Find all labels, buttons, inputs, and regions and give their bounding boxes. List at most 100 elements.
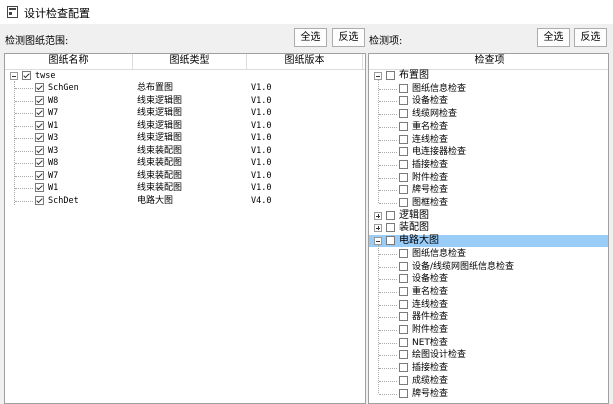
table-row[interactable]: SchGen 总布置图 V1.0: [5, 82, 365, 94]
column-header-version[interactable]: 图纸版本: [247, 54, 363, 69]
checkbox[interactable]: [22, 71, 31, 80]
expand-icon[interactable]: [374, 224, 382, 233]
check-item-label: 重名检查: [412, 121, 449, 132]
checkbox[interactable]: [399, 248, 408, 258]
check-item-row[interactable]: 插接检查: [369, 362, 608, 374]
drawing-type: 总布置图: [137, 83, 174, 93]
table-row[interactable]: W7 线束装配图 V1.0: [5, 170, 365, 182]
checkbox[interactable]: [399, 159, 408, 169]
checkbox[interactable]: [35, 83, 44, 92]
checkbox[interactable]: [35, 95, 44, 105]
invert-drawings-button[interactable]: 反选: [332, 28, 365, 47]
checkbox[interactable]: [399, 375, 408, 385]
checkbox[interactable]: [399, 350, 408, 360]
checkbox[interactable]: [35, 158, 44, 167]
table-row[interactable]: W7 线束逻辑图 V1.0: [5, 107, 365, 119]
drawing-type: 线束装配图: [137, 170, 183, 181]
check-items-tree[interactable]: 检查项 布置图 图纸信息检查 设备检查 线缆网检查 重名检查 连线检查 电连接器检查 插接检查…: [368, 53, 609, 404]
table-row[interactable]: W3 线束逻辑图 V1.0: [5, 132, 365, 144]
check-item-row[interactable]: 图纸信息检查: [369, 248, 608, 260]
table-row[interactable]: W8 线束逻辑图 V1.0: [5, 95, 365, 107]
check-group-label: 装配图: [399, 222, 429, 234]
tree-guide-line: [379, 279, 397, 281]
checkbox[interactable]: [35, 145, 44, 155]
drawing-version: V1.0: [251, 145, 272, 156]
checkbox[interactable]: [386, 223, 395, 233]
check-item-row[interactable]: 成缆检查: [369, 375, 608, 387]
check-item-row[interactable]: 插接检查: [369, 159, 608, 171]
checkbox[interactable]: [399, 286, 408, 296]
select-all-drawings-button[interactable]: 全选: [294, 28, 327, 47]
check-item-row[interactable]: 牌号检查: [369, 388, 608, 400]
check-item-label: 设备/线缆网图纸信息检查: [412, 261, 515, 272]
check-item-row[interactable]: 连线检查: [369, 299, 608, 311]
check-item-row[interactable]: 线缆网检查: [369, 108, 608, 120]
check-item-row[interactable]: 图框检查: [369, 197, 608, 209]
checkbox[interactable]: [399, 172, 408, 182]
checkbox[interactable]: [399, 312, 408, 322]
checkbox[interactable]: [399, 109, 408, 119]
check-item-row[interactable]: 图纸信息检查: [369, 83, 608, 95]
checkbox[interactable]: [399, 96, 408, 106]
checkbox[interactable]: [35, 195, 44, 205]
check-group-row[interactable]: 装配图: [369, 222, 608, 234]
column-header-check-item[interactable]: 检查项: [369, 54, 608, 69]
tree-root-row[interactable]: twse: [5, 70, 365, 82]
checkbox[interactable]: [35, 183, 44, 192]
check-item-row[interactable]: 牌号检查: [369, 184, 608, 196]
table-row[interactable]: W3 线束装配图 V1.0: [5, 145, 365, 157]
checkbox[interactable]: [399, 198, 408, 207]
check-group-row[interactable]: 布置图: [369, 70, 608, 82]
tree-guide-line: [15, 150, 33, 152]
collapse-icon[interactable]: [10, 72, 18, 80]
invert-checks-button[interactable]: 反选: [574, 28, 607, 47]
checkbox[interactable]: [399, 185, 408, 195]
check-item-row[interactable]: NET检查: [369, 337, 608, 349]
checkbox[interactable]: [399, 363, 408, 373]
column-header-type[interactable]: 图纸类型: [133, 54, 247, 69]
checkbox[interactable]: [399, 134, 408, 144]
tree-guide-line: [15, 175, 33, 177]
checkbox[interactable]: [399, 83, 408, 93]
checkbox[interactable]: [35, 133, 44, 142]
checkbox[interactable]: [35, 108, 44, 117]
table-row[interactable]: W8 线束装配图 V1.0: [5, 157, 365, 169]
check-item-row[interactable]: 连线检查: [369, 134, 608, 146]
collapse-icon[interactable]: [374, 237, 382, 246]
checkbox[interactable]: [399, 147, 408, 157]
drawing-table-header: 图纸名称 图纸类型 图纸版本: [5, 54, 365, 70]
collapse-icon[interactable]: [374, 72, 382, 80]
checkbox[interactable]: [399, 337, 408, 347]
checkbox[interactable]: [386, 236, 395, 246]
checkbox[interactable]: [399, 299, 408, 309]
checkbox[interactable]: [399, 325, 408, 334]
checkbox[interactable]: [399, 388, 408, 398]
table-row[interactable]: W1 线束装配图 V1.0: [5, 182, 365, 194]
checkbox[interactable]: [35, 170, 44, 180]
check-item-label: 连线检查: [412, 134, 449, 145]
select-all-checks-button[interactable]: 全选: [537, 28, 570, 47]
check-item-row[interactable]: 设备/线缆网图纸信息检查: [369, 261, 608, 273]
check-item-row[interactable]: 重名检查: [369, 286, 608, 298]
check-item-row[interactable]: 设备检查: [369, 95, 608, 107]
checkbox[interactable]: [399, 261, 408, 271]
checkbox[interactable]: [386, 71, 395, 80]
check-item-row[interactable]: 电连接器检查: [369, 146, 608, 158]
checkbox[interactable]: [399, 274, 408, 284]
check-item-row[interactable]: 器件检查: [369, 311, 608, 323]
check-group-row[interactable]: 逻辑图: [369, 210, 608, 222]
table-row[interactable]: W1 线束逻辑图 V1.0: [5, 120, 365, 132]
check-group-row[interactable]: 电路大图: [369, 235, 608, 248]
column-header-name[interactable]: 图纸名称: [5, 54, 133, 69]
check-item-row[interactable]: 附件检查: [369, 172, 608, 184]
check-item-row[interactable]: 设备检查: [369, 273, 608, 285]
check-item-row[interactable]: 附件检查: [369, 324, 608, 336]
checkbox[interactable]: [399, 121, 408, 131]
check-item-row[interactable]: 绘图设计检查: [369, 349, 608, 361]
check-item-row[interactable]: 重名检查: [369, 121, 608, 133]
expand-icon[interactable]: [374, 211, 382, 220]
table-row[interactable]: SchDet 电路大图 V4.0: [5, 195, 365, 207]
drawing-tree-table[interactable]: 图纸名称 图纸类型 图纸版本 twse SchGen 总布置图 V1.0 W8 线束逻辑…: [4, 53, 366, 404]
checkbox[interactable]: [35, 120, 44, 130]
checkbox[interactable]: [386, 210, 395, 220]
